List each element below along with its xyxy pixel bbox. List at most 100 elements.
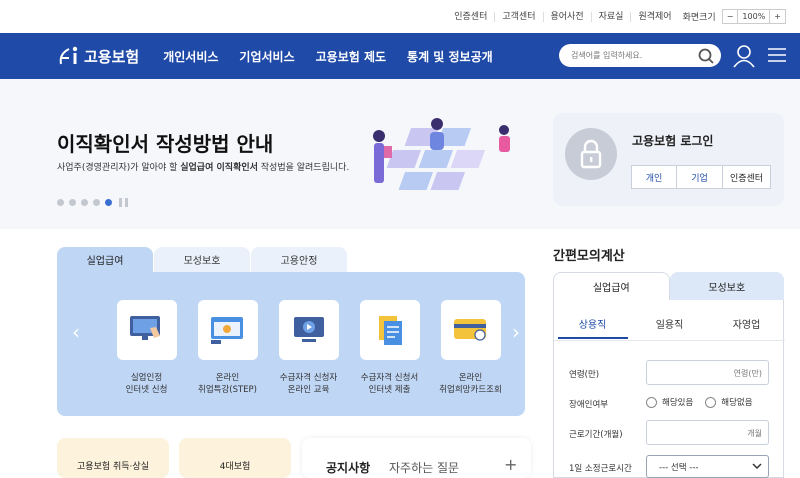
service-label-1: 실업인정 bbox=[130, 373, 163, 383]
service-label-2: 인터넷 제출 bbox=[368, 385, 411, 395]
main-nav: 고용보험 개인서비스 기업서비스 고용보험 제도 통계 및 정보공개 bbox=[0, 33, 800, 79]
search-icon[interactable] bbox=[697, 47, 715, 65]
service-item[interactable]: 수급자격 신청자온라인 교육 bbox=[268, 300, 349, 396]
service-item[interactable]: 온라인취업특강(STEP) bbox=[187, 300, 268, 396]
type-regular[interactable]: 상용직 bbox=[557, 316, 628, 339]
login-cert-button[interactable]: 인증센터 bbox=[723, 165, 771, 189]
age-input[interactable]: 연령(만) bbox=[646, 360, 769, 385]
calc-title: 간편모의계산 bbox=[553, 249, 625, 264]
lock-icon bbox=[565, 128, 617, 180]
slide-dot-active[interactable] bbox=[105, 199, 112, 206]
service-label-2: 취업희망카드조회 bbox=[439, 385, 502, 395]
service-label-1: 온라인 bbox=[458, 373, 483, 383]
zoom-value: 100% bbox=[737, 10, 771, 23]
notice-panel: 공지사항 자주하는 질문 + bbox=[302, 438, 531, 478]
monitor-touch-icon bbox=[116, 300, 177, 360]
hours-select[interactable]: --- 선택 --- bbox=[646, 455, 769, 478]
util-link-archive[interactable]: 자료실 bbox=[590, 11, 631, 22]
zoom-in-button[interactable]: + bbox=[770, 10, 785, 23]
util-link-glossary[interactable]: 용어사전 bbox=[542, 11, 591, 22]
hero-sub-bold: 실업급여 이직확인서 bbox=[180, 163, 258, 173]
radio-yes[interactable] bbox=[646, 396, 657, 408]
service-label-2: 취업특강(STEP) bbox=[198, 385, 257, 395]
logo-icon bbox=[59, 46, 78, 65]
service-item[interactable]: 온라인취업희망카드조회 bbox=[430, 300, 511, 396]
calc-tab-maternity[interactable]: 모성보호 bbox=[669, 272, 784, 300]
next-arrow-icon[interactable]: › bbox=[512, 320, 520, 344]
pause-icon[interactable] bbox=[119, 198, 128, 207]
login-card: 고용보험 로그인 개인 기업 인증센터 bbox=[553, 113, 784, 206]
calc-body: 상용직 일용직 자영업 연령(만) 연령(만) 장애인여부 해당있음 해당없음 … bbox=[553, 300, 785, 478]
shortcut-box-insurance[interactable]: 고용보험 취득·상실 bbox=[57, 438, 169, 478]
divider bbox=[554, 340, 785, 341]
search-box bbox=[559, 44, 721, 67]
hero-subtitle: 사업주(경영관리자)가 알아야 할 실업급여 이직확인서 작성법을 알려드립니다… bbox=[57, 160, 349, 173]
card-icon bbox=[440, 300, 501, 360]
radio-no[interactable] bbox=[705, 396, 717, 408]
calc-tab-unemployment[interactable]: 실업급여 bbox=[553, 272, 670, 300]
menu-statistics[interactable]: 통계 및 정보공개 bbox=[407, 48, 493, 65]
login-business-button[interactable]: 기업 bbox=[677, 165, 723, 189]
main-menu: 개인서비스 기업서비스 고용보험 제도 통계 및 정보공개 bbox=[163, 48, 513, 65]
hero-illustration bbox=[373, 118, 510, 190]
document-icon bbox=[359, 300, 420, 360]
service-label-1: 온라인 bbox=[215, 373, 240, 383]
tab-notice[interactable]: 공지사항 bbox=[326, 459, 370, 476]
search-input[interactable] bbox=[571, 51, 691, 60]
type-daily[interactable]: 일용직 bbox=[635, 316, 705, 339]
hero-sub-prefix: 사업주(경영관리자)가 알아야 할 bbox=[57, 163, 181, 173]
hamburger-menu-icon[interactable] bbox=[768, 47, 786, 63]
hours-label: 1일 소정근로시간 bbox=[569, 464, 632, 474]
service-panel: ‹ › 실업인정 인터넷 신청 온라인 취업특강(STEP) 수급자격 신청자 온라인… bbox=[57, 272, 525, 416]
slide-dot[interactable] bbox=[69, 199, 76, 206]
tab-maternity[interactable]: 모성보호 bbox=[154, 247, 250, 272]
util-link-cert[interactable]: 인증센터 bbox=[447, 12, 494, 22]
disability-label: 장애인여부 bbox=[569, 400, 609, 410]
service-label-2: 온라인 교육 bbox=[287, 385, 330, 395]
hero-title[interactable]: 이직확인서 작성방법 안내 bbox=[57, 128, 273, 157]
tab-unemployment[interactable]: 실업급여 bbox=[57, 247, 153, 272]
slide-indicator bbox=[57, 198, 128, 207]
chevron-down-icon bbox=[752, 463, 762, 470]
zoom-label: 화면크기 bbox=[682, 13, 716, 23]
slide-dot[interactable] bbox=[93, 199, 100, 206]
zoom-out-button[interactable]: − bbox=[723, 10, 738, 23]
service-label-1: 수급자격 신청서 bbox=[360, 373, 419, 383]
period-input[interactable]: 개월 bbox=[646, 420, 769, 445]
calc-tabs: 실업급여 모성보호 bbox=[553, 272, 784, 300]
login-buttons: 개인 기업 인증센터 bbox=[631, 165, 771, 189]
service-items: 실업인정 인터넷 신청 온라인 취업특강(STEP) 수급자격 신청자 온라인 교육 … bbox=[106, 300, 511, 396]
utility-bar: 인증센터 고객센터 용어사전 자료실 원격제어 화면크기 − 100% + bbox=[0, 0, 800, 33]
menu-business[interactable]: 기업서비스 bbox=[239, 48, 294, 65]
more-plus-icon[interactable]: + bbox=[504, 455, 517, 474]
online-lecture-icon bbox=[197, 300, 258, 360]
slide-dot[interactable] bbox=[81, 199, 88, 206]
service-item[interactable]: 실업인정인터넷 신청 bbox=[106, 300, 187, 396]
slide-dot[interactable] bbox=[57, 199, 64, 206]
login-personal-button[interactable]: 개인 bbox=[631, 165, 677, 189]
shortcut-box-4insurance[interactable]: 4대보험 bbox=[179, 438, 291, 478]
util-link-customer[interactable]: 고객센터 bbox=[494, 11, 542, 22]
disability-radios: 해당있음 해당없음 bbox=[646, 396, 753, 408]
video-play-icon bbox=[278, 300, 339, 360]
util-link-remote[interactable]: 원격제어 bbox=[630, 11, 678, 22]
user-icon[interactable] bbox=[733, 44, 755, 68]
hours-select-value: --- 선택 --- bbox=[659, 463, 699, 473]
service-label-2: 인터넷 신청 bbox=[125, 385, 168, 395]
login-title: 고용보험 로그인 bbox=[632, 134, 714, 148]
menu-personal[interactable]: 개인서비스 bbox=[163, 48, 218, 65]
age-label: 연령(만) bbox=[569, 370, 600, 380]
logo[interactable]: 고용보험 bbox=[57, 44, 139, 68]
worker-type-tabs: 상용직 일용직 자영업 bbox=[554, 316, 785, 339]
radio-yes-label: 해당있음 bbox=[662, 398, 694, 408]
radio-no-label: 해당없음 bbox=[721, 398, 753, 408]
prev-arrow-icon[interactable]: ‹ bbox=[72, 320, 80, 344]
service-tabs: 실업급여 모성보호 고용안정 bbox=[57, 247, 348, 272]
tab-employment-stability[interactable]: 고용안정 bbox=[251, 247, 347, 272]
service-item[interactable]: 수급자격 신청서인터넷 제출 bbox=[349, 300, 430, 396]
logo-text: 고용보험 bbox=[84, 47, 140, 66]
menu-system[interactable]: 고용보험 제도 bbox=[316, 48, 386, 65]
service-label-1: 수급자격 신청자 bbox=[279, 373, 338, 383]
tab-faq[interactable]: 자주하는 질문 bbox=[389, 459, 459, 476]
type-self-employed[interactable]: 자영업 bbox=[712, 316, 782, 339]
